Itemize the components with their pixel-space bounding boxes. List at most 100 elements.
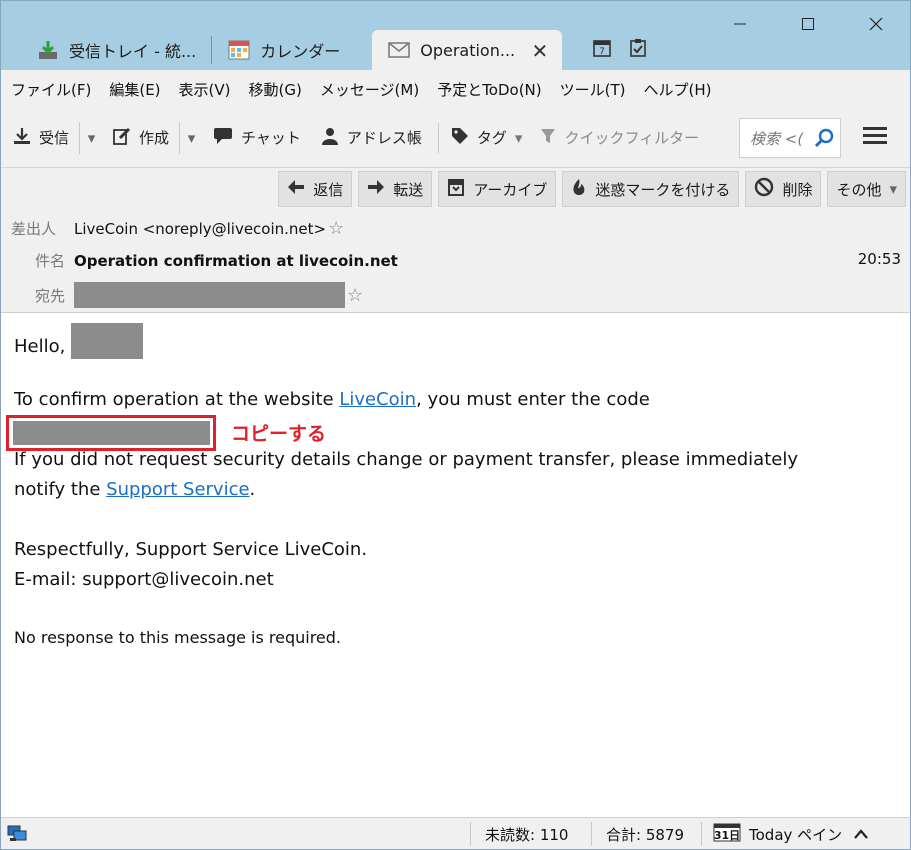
- greeting-line: Hello,: [14, 323, 144, 365]
- message-time: 20:53: [857, 250, 901, 268]
- menu-file[interactable]: ファイル(F): [11, 79, 91, 100]
- redacted-name: [71, 323, 144, 359]
- message-header: 返信 転送 アーカイブ 迷惑マークを付ける 削除 その他 ▾ 差出人 LiveC…: [1, 168, 910, 313]
- chevron-down-icon: ▾: [187, 128, 196, 147]
- close-window-button[interactable]: [842, 1, 910, 47]
- chat-label: チャット: [241, 129, 301, 147]
- address-book-button[interactable]: アドレス帳: [321, 122, 422, 154]
- inbox-download-icon: [37, 39, 59, 61]
- highlighted-code-box: [6, 415, 216, 451]
- tab-inbox-label: 受信トレイ - 統...: [69, 42, 197, 61]
- reply-label: 返信: [313, 180, 344, 199]
- from-row: 差出人 LiveCoin <noreply@livecoin.net> ☆: [1, 218, 344, 239]
- tab-extra-buttons: 7: [592, 30, 648, 70]
- confirm-text-before: To confirm operation at the website: [14, 389, 340, 410]
- menu-go[interactable]: 移動(G): [249, 79, 302, 100]
- person-icon: [321, 127, 339, 149]
- title-bar: 受信トレイ - 統... カレンダー Operation... ✕ 7: [1, 1, 910, 70]
- main-toolbar: 受信 ▾ 作成 ▾ チャット アドレス帳 タグ ▾ クイックフィルター 検索 <…: [1, 108, 910, 168]
- search-placeholder: 検索 <(: [750, 129, 804, 148]
- forward-label: 転送: [393, 180, 424, 199]
- tab-message[interactable]: Operation... ✕: [372, 30, 563, 70]
- app-menu-button[interactable]: [863, 126, 887, 150]
- envelope-icon: [388, 42, 410, 58]
- warning-line-1: If you did not request security details …: [14, 449, 798, 470]
- redacted-code[interactable]: [12, 421, 210, 445]
- delete-button[interactable]: 削除: [745, 171, 822, 207]
- svg-text:7: 7: [599, 47, 605, 57]
- from-value[interactable]: LiveCoin <noreply@livecoin.net>: [74, 220, 326, 238]
- tab-message-label: Operation...: [420, 40, 516, 60]
- search-input[interactable]: 検索 <(: [739, 118, 841, 158]
- menu-view[interactable]: 表示(V): [179, 79, 231, 100]
- write-label: 作成: [139, 129, 170, 147]
- task-list-icon[interactable]: [628, 38, 648, 62]
- menu-help[interactable]: ヘルプ(H): [644, 79, 712, 100]
- write-dropdown[interactable]: ▾: [179, 121, 203, 154]
- quick-filter-button[interactable]: クイックフィルター: [540, 122, 699, 154]
- to-label: 宛先: [34, 286, 65, 305]
- chevron-down-icon: ▾: [87, 128, 96, 147]
- get-messages-label: 受信: [39, 129, 70, 147]
- window-controls: [706, 1, 910, 47]
- subject-label: 件名: [34, 252, 65, 270]
- menu-events-tasks[interactable]: 予定とToDo(N): [437, 79, 541, 100]
- tab-calendar[interactable]: カレンダー: [212, 30, 356, 70]
- message-actions: 返信 転送 アーカイブ 迷惑マークを付ける 削除 その他 ▾: [278, 171, 906, 207]
- message-body: Hello, To confirm operation at the websi…: [1, 313, 910, 817]
- star-icon[interactable]: ☆: [347, 285, 363, 306]
- tab-calendar-label: カレンダー: [260, 42, 341, 61]
- tab-inbox[interactable]: 受信トレイ - 統...: [21, 30, 213, 70]
- archive-button[interactable]: アーカイブ: [438, 171, 557, 207]
- prohibit-icon: [754, 177, 774, 201]
- network-status-icon[interactable]: [7, 818, 27, 850]
- get-messages-dropdown[interactable]: ▾: [79, 121, 103, 154]
- menu-edit[interactable]: 編集(E): [109, 79, 160, 100]
- archive-label: アーカイブ: [473, 180, 548, 199]
- quick-filter-label: クイックフィルター: [564, 129, 700, 147]
- thunderbird-window: 受信トレイ - 統... カレンダー Operation... ✕ 7 ファイル…: [0, 0, 911, 850]
- star-icon[interactable]: ☆: [328, 218, 344, 239]
- junk-button[interactable]: 迷惑マークを付ける: [562, 171, 740, 207]
- today-pane-toggle[interactable]: 31日 Today ペイン: [713, 818, 868, 850]
- flame-icon: [571, 178, 587, 200]
- calendar-day-icon[interactable]: 7: [592, 38, 612, 62]
- calendar-31-icon: 31日: [713, 822, 741, 846]
- reply-button[interactable]: 返信: [278, 171, 353, 207]
- menu-tools[interactable]: ツール(T): [560, 79, 626, 100]
- chevron-up-icon: [854, 825, 868, 843]
- calendar-grid-icon: [228, 40, 250, 60]
- search-icon: [814, 128, 834, 152]
- signature-line-2: E-mail: support@livecoin.net: [14, 569, 274, 590]
- confirm-line: To confirm operation at the website Live…: [14, 389, 650, 410]
- tab-strip: 受信トレイ - 統... カレンダー Operation... ✕ 7: [21, 29, 648, 70]
- today-pane-label: Today ペイン: [749, 825, 843, 844]
- chat-bubble-icon: [213, 127, 233, 149]
- to-row: 宛先 ☆: [1, 282, 363, 308]
- support-service-link[interactable]: Support Service: [106, 479, 249, 500]
- pencil-icon: [113, 127, 131, 149]
- svg-text:31日: 31日: [714, 829, 740, 842]
- confirm-text-after: , you must enter the code: [416, 389, 650, 410]
- tab-close-icon[interactable]: ✕: [531, 39, 548, 63]
- forward-arrow-icon: [367, 179, 385, 199]
- tag-icon: [451, 127, 469, 149]
- reply-arrow-icon: [287, 179, 305, 199]
- more-label: その他: [836, 180, 882, 199]
- from-label: 差出人: [11, 220, 57, 238]
- tag-label: タグ: [476, 129, 507, 147]
- more-button[interactable]: その他 ▾: [827, 171, 906, 207]
- subject-row: 件名 Operation confirmation at livecoin.ne…: [1, 250, 398, 271]
- delete-label: 削除: [782, 180, 813, 199]
- chevron-down-icon: ▾: [514, 128, 523, 147]
- maximize-button[interactable]: [774, 1, 842, 47]
- chat-button[interactable]: チャット: [213, 122, 301, 154]
- tag-button[interactable]: タグ ▾: [451, 122, 523, 154]
- minimize-button[interactable]: [706, 1, 774, 47]
- livecoin-link[interactable]: LiveCoin: [339, 389, 416, 410]
- get-messages-button[interactable]: 受信: [13, 122, 69, 154]
- copy-annotation: コピーする: [231, 423, 327, 445]
- menu-message[interactable]: メッセージ(M): [320, 79, 419, 100]
- forward-button[interactable]: 転送: [358, 171, 433, 207]
- write-button[interactable]: 作成: [113, 122, 169, 154]
